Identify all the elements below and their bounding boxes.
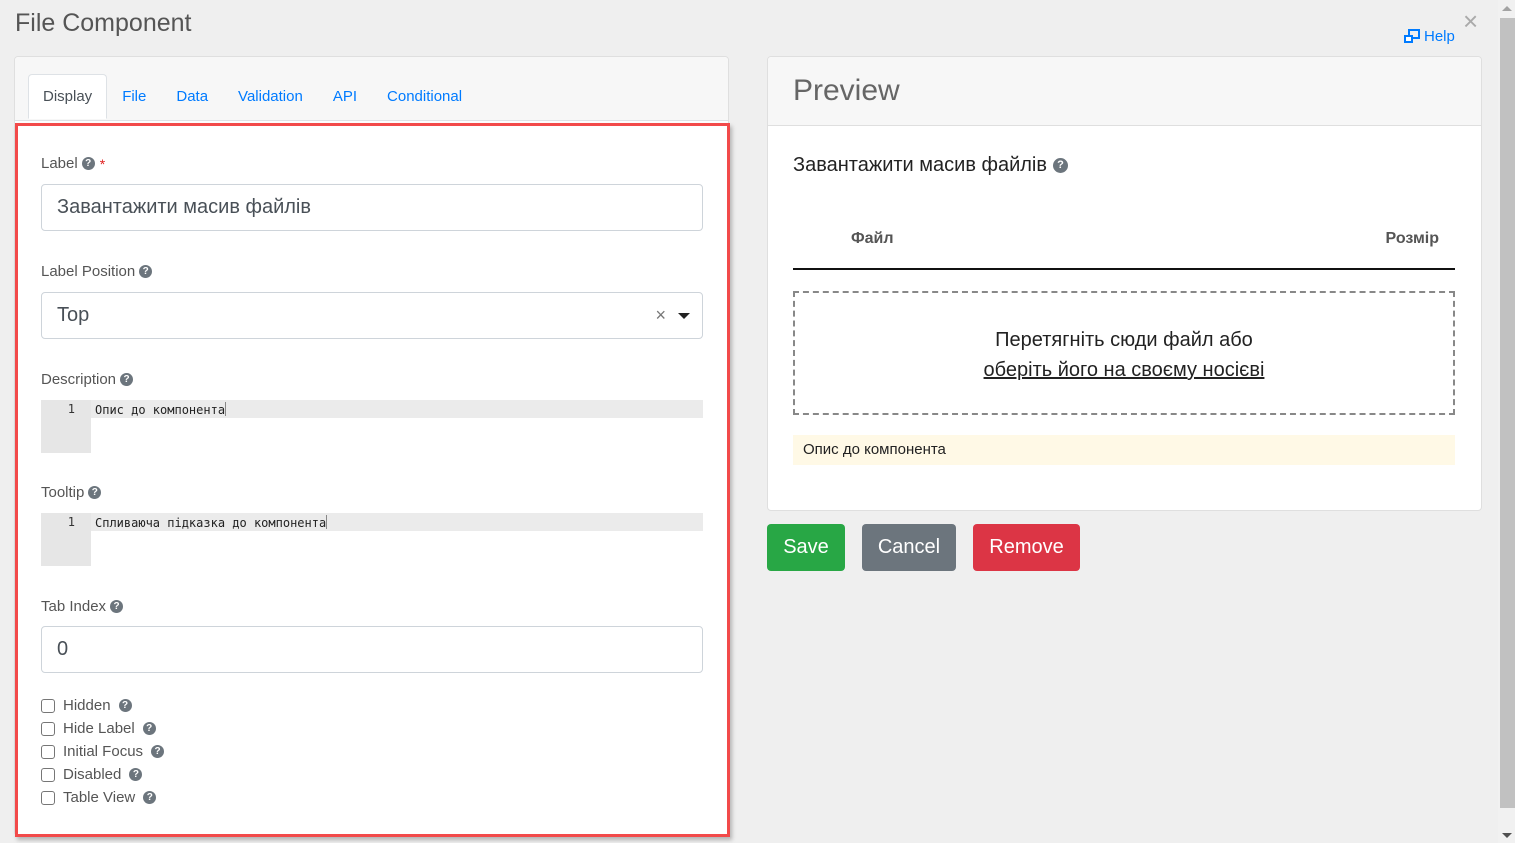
tab-conditional[interactable]: Conditional: [372, 74, 477, 118]
help-icon[interactable]: ?: [118, 699, 132, 712]
column-header-size: Розмір: [1385, 230, 1439, 247]
tab-index-input[interactable]: 0: [41, 626, 703, 673]
line-number: 1: [41, 513, 91, 566]
checkbox-box[interactable]: [41, 744, 55, 759]
description-line[interactable]: Опис до компонента: [91, 400, 703, 418]
tooltip-text: Спливаюча підказка до компонента: [95, 516, 327, 530]
text-cursor: [225, 402, 227, 416]
tooltip-field-label: Tooltip ?: [41, 484, 102, 501]
tab-index-title: Tab Index: [41, 598, 107, 615]
label-input[interactable]: Завантажити масив файлів: [41, 184, 703, 231]
help-icon[interactable]: ?: [81, 157, 95, 170]
save-button[interactable]: Save: [767, 524, 845, 571]
checkbox-table-view[interactable]: Table View ?: [41, 789, 157, 806]
edit-panel: Display File Data Validation API Conditi…: [14, 56, 730, 837]
checkbox-box[interactable]: [41, 767, 55, 782]
dialog-title: File Component: [15, 9, 192, 37]
tab-file[interactable]: File: [107, 74, 161, 118]
tooltip-line[interactable]: Спливаюча підказка до компонента: [91, 513, 703, 531]
checkbox-hide-label[interactable]: Hide Label ?: [41, 720, 156, 737]
help-icon[interactable]: ?: [88, 486, 102, 499]
description-title: Description: [41, 371, 117, 388]
description-editor[interactable]: 1 Опис до компонента: [41, 400, 703, 453]
label-position-title: Label Position: [41, 263, 136, 280]
help-icon[interactable]: ?: [151, 745, 165, 758]
tab-data[interactable]: Data: [161, 74, 223, 118]
scroll-down-arrow-icon[interactable]: [1502, 833, 1512, 838]
help-icon[interactable]: ?: [142, 722, 156, 735]
description-text: Опис до компонента: [95, 403, 226, 417]
browse-files-link[interactable]: оберіть його на своєму носієві: [984, 359, 1265, 381]
scrollbar[interactable]: [1498, 0, 1515, 843]
checkbox-label: Hidden: [63, 697, 111, 714]
scrollbar-thumb[interactable]: [1500, 18, 1515, 808]
text-cursor: [326, 515, 328, 529]
label-position-select[interactable]: Top ×: [41, 292, 703, 339]
file-dropzone[interactable]: Перетягніть сюди файл або оберіть його н…: [793, 291, 1455, 415]
help-icon[interactable]: ?: [110, 600, 124, 613]
help-icon[interactable]: ?: [1052, 158, 1068, 173]
tab-list: Display File Data Validation API Conditi…: [28, 74, 477, 119]
description-field-label: Description ?: [41, 371, 134, 388]
external-window-icon: [1404, 28, 1420, 43]
column-header-file: Файл: [851, 230, 894, 247]
help-icon[interactable]: ?: [139, 265, 153, 278]
tabs-bar: Display File Data Validation API Conditi…: [15, 57, 728, 121]
preview-panel: Preview Завантажити масив файлів ? Файл …: [767, 56, 1482, 511]
close-icon[interactable]: ×: [1463, 8, 1478, 34]
preview-label-text: Завантажити масив файлів: [793, 154, 1047, 176]
checkbox-box[interactable]: [41, 721, 55, 736]
checkbox-initial-focus[interactable]: Initial Focus ?: [41, 743, 165, 760]
clear-icon[interactable]: ×: [655, 305, 666, 326]
remove-button[interactable]: Remove: [973, 524, 1080, 571]
chevron-down-icon[interactable]: [678, 313, 690, 319]
help-link[interactable]: Help: [1403, 28, 1455, 45]
tooltip-editor[interactable]: 1 Спливаюча підказка до компонента: [41, 513, 703, 566]
cancel-button[interactable]: Cancel: [862, 524, 956, 571]
checkbox-label: Disabled: [63, 766, 122, 783]
tab-display[interactable]: Display: [28, 74, 108, 119]
help-label: Help: [1424, 28, 1455, 45]
checkbox-disabled[interactable]: Disabled ?: [41, 766, 143, 783]
label-position-field-label: Label Position ?: [41, 263, 153, 280]
file-table-header: Файл Розмір: [793, 217, 1455, 270]
preview-title: Preview: [793, 74, 900, 107]
line-number: 1: [41, 400, 91, 453]
preview-header: Preview: [768, 57, 1481, 126]
tooltip-title: Tooltip: [41, 484, 85, 501]
preview-component-label: Завантажити масив файлів ?: [793, 154, 1068, 177]
checkbox-box[interactable]: [41, 698, 55, 713]
dropzone-text: Перетягніть сюди файл або: [995, 329, 1253, 351]
help-icon[interactable]: ?: [129, 768, 143, 781]
tab-validation[interactable]: Validation: [223, 74, 318, 118]
tab-api[interactable]: API: [318, 74, 372, 118]
help-icon[interactable]: ?: [143, 791, 157, 804]
tab-index-field-label: Tab Index ?: [41, 598, 124, 615]
label-position-value: Top: [57, 304, 90, 326]
label-field-label: Label ? *: [41, 155, 105, 172]
checkbox-box[interactable]: [41, 790, 55, 805]
label-title: Label: [41, 155, 78, 172]
required-mark: *: [99, 155, 106, 172]
checkbox-label: Hide Label: [63, 720, 135, 737]
scroll-up-arrow-icon[interactable]: [1502, 6, 1512, 11]
checkbox-label: Initial Focus: [63, 743, 144, 760]
checkbox-label: Table View: [63, 789, 136, 806]
help-icon[interactable]: ?: [120, 373, 134, 386]
preview-description: Опис до компонента: [793, 435, 1455, 465]
checkbox-hidden[interactable]: Hidden ?: [41, 697, 132, 714]
